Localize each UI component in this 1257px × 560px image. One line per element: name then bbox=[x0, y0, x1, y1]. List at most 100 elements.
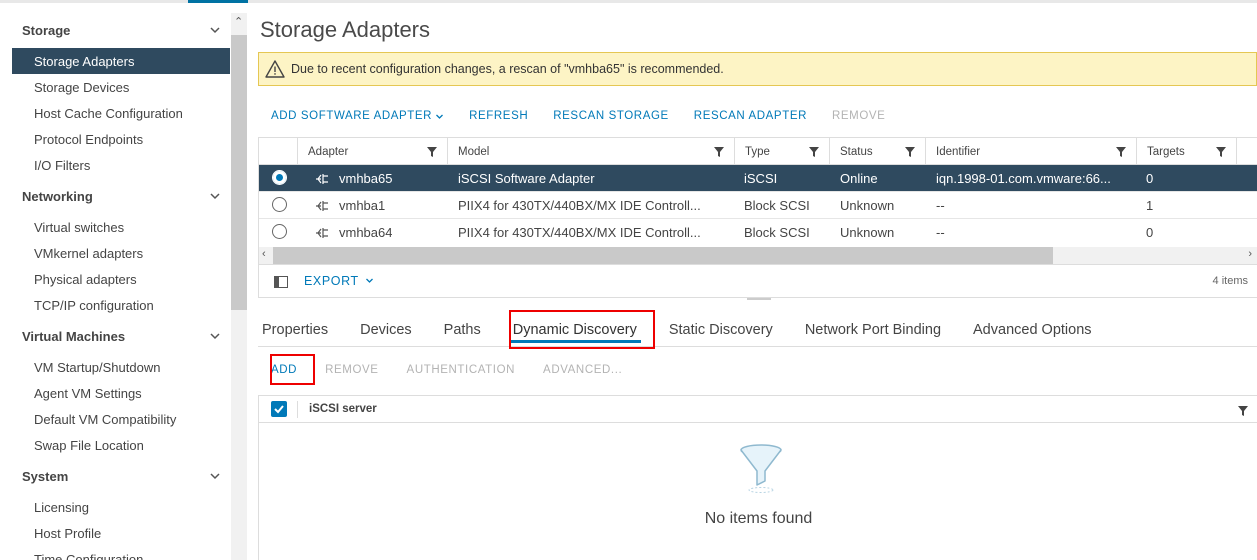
warning-alert: Due to recent configuration changes, a r… bbox=[258, 52, 1257, 86]
empty-filter-icon bbox=[740, 444, 782, 493]
cell-identifier: -- bbox=[936, 225, 945, 240]
filter-icon[interactable] bbox=[427, 147, 437, 157]
add-software-adapter-label: ADD SOFTWARE ADAPTER bbox=[271, 110, 433, 122]
rescan-storage-button[interactable]: RESCAN STORAGE bbox=[553, 107, 669, 125]
detail-tabs: Properties Devices Paths Dynamic Discove… bbox=[258, 313, 1257, 347]
section-title: Storage bbox=[22, 22, 71, 38]
filter-icon[interactable] bbox=[1238, 406, 1248, 416]
scroll-up-icon[interactable]: ⌃ bbox=[234, 15, 243, 28]
column-adapter[interactable]: Adapter bbox=[297, 138, 447, 165]
authentication-button[interactable]: AUTHENTICATION bbox=[407, 364, 516, 382]
sidebar-item-agent-vm-settings[interactable]: Agent VM Settings bbox=[12, 380, 230, 406]
chevron-down-icon bbox=[210, 473, 220, 480]
highlight-box-add bbox=[270, 354, 315, 385]
section-virtual-machines[interactable]: Virtual Machines bbox=[22, 324, 222, 348]
export-button[interactable]: EXPORT bbox=[304, 274, 374, 288]
column-model[interactable]: Model bbox=[447, 138, 734, 165]
column-label: Model bbox=[458, 145, 490, 158]
main-panel: Storage Adapters Due to recent configura… bbox=[258, 3, 1257, 560]
remove-button[interactable]: REMOVE bbox=[325, 364, 378, 382]
cell-status: Unknown bbox=[840, 198, 895, 213]
column-toggle-icon[interactable] bbox=[274, 276, 288, 288]
cell-targets: 1 bbox=[1146, 198, 1154, 213]
page-title: Storage Adapters bbox=[260, 17, 431, 42]
section-title: System bbox=[22, 468, 69, 484]
tab-devices[interactable]: Devices bbox=[356, 313, 416, 346]
iscsi-server-grid: iSCSI server No items found bbox=[258, 395, 1257, 560]
select-all-checkbox[interactable] bbox=[271, 401, 287, 417]
warning-icon bbox=[265, 60, 285, 78]
add-software-adapter-button[interactable]: ADD SOFTWARE ADAPTER bbox=[271, 107, 444, 125]
sidebar-item-tcpip-configuration[interactable]: TCP/IP configuration bbox=[12, 292, 230, 318]
advanced-button[interactable]: ADVANCED... bbox=[543, 364, 622, 382]
section-storage[interactable]: Storage bbox=[22, 18, 222, 42]
sidebar-item-time-configuration[interactable]: Time Configuration bbox=[12, 546, 230, 560]
section-title: Networking bbox=[22, 188, 93, 204]
scroll-right-icon[interactable]: › bbox=[1248, 248, 1252, 260]
sidebar-scrollbar[interactable]: ⌃ bbox=[231, 13, 247, 560]
sidebar-item-physical-adapters[interactable]: Physical adapters bbox=[12, 266, 230, 292]
filter-icon[interactable] bbox=[714, 147, 724, 157]
table-row-vmhba64[interactable]: vmhba64 PIIX4 for 430TX/440BX/MX IDE Con… bbox=[259, 219, 1257, 246]
grid-horizontal-scrollbar[interactable]: ‹ › bbox=[259, 247, 1257, 264]
tab-static-discovery[interactable]: Static Discovery bbox=[665, 313, 777, 346]
pane-splitter[interactable] bbox=[747, 298, 771, 300]
column-overflow bbox=[1236, 138, 1257, 165]
column-status[interactable]: Status bbox=[829, 138, 925, 165]
column-label: Targets bbox=[1147, 145, 1185, 158]
sidebar-item-virtual-switches[interactable]: Virtual switches bbox=[12, 214, 230, 240]
refresh-button[interactable]: REFRESH bbox=[469, 107, 528, 125]
column-targets[interactable]: Targets bbox=[1136, 138, 1236, 165]
tab-advanced-options[interactable]: Advanced Options bbox=[969, 313, 1096, 346]
tab-network-port-binding[interactable]: Network Port Binding bbox=[801, 313, 945, 346]
row-radio[interactable] bbox=[272, 170, 287, 185]
sidebar-item-protocol-endpoints[interactable]: Protocol Endpoints bbox=[12, 126, 230, 152]
cell-model: PIIX4 for 430TX/440BX/MX IDE Controll... bbox=[458, 198, 701, 213]
alert-text: Due to recent configuration changes, a r… bbox=[291, 62, 724, 76]
cell-targets: 0 bbox=[1146, 171, 1154, 186]
table-row-vmhba65[interactable]: vmhba65 iSCSI Software Adapter iSCSI Onl… bbox=[259, 165, 1257, 192]
cell-status: Unknown bbox=[840, 225, 895, 240]
rescan-adapter-button[interactable]: RESCAN ADAPTER bbox=[694, 107, 807, 125]
chevron-down-icon bbox=[365, 278, 373, 283]
sidebar-item-vm-startup[interactable]: VM Startup/Shutdown bbox=[12, 354, 230, 380]
cell-type: Block SCSI bbox=[744, 198, 810, 213]
row-radio[interactable] bbox=[272, 224, 287, 239]
tab-properties[interactable]: Properties bbox=[258, 313, 332, 346]
grid-header: Adapter Model Type Status Identifier Tar… bbox=[259, 138, 1257, 165]
cell-model: PIIX4 for 430TX/440BX/MX IDE Controll... bbox=[458, 225, 701, 240]
sidebar-item-licensing[interactable]: Licensing bbox=[12, 494, 230, 520]
section-system[interactable]: System bbox=[22, 464, 222, 488]
table-row-vmhba1[interactable]: vmhba1 PIIX4 for 430TX/440BX/MX IDE Cont… bbox=[259, 192, 1257, 219]
export-label: EXPORT bbox=[304, 274, 359, 288]
sidebar-item-default-vm-compat[interactable]: Default VM Compatibility bbox=[12, 406, 230, 432]
column-label: Adapter bbox=[308, 145, 349, 158]
remove-adapter-button[interactable]: REMOVE bbox=[832, 107, 885, 125]
filter-icon[interactable] bbox=[1116, 147, 1126, 157]
cell-adapter: vmhba64 bbox=[339, 225, 393, 240]
sidebar-item-vmkernel-adapters[interactable]: VMkernel adapters bbox=[12, 240, 230, 266]
section-networking[interactable]: Networking bbox=[22, 184, 222, 208]
sidebar-item-storage-devices[interactable]: Storage Devices bbox=[12, 74, 230, 100]
tab-paths[interactable]: Paths bbox=[440, 313, 485, 346]
adapters-grid: Adapter Model Type Status Identifier Tar… bbox=[258, 137, 1257, 298]
column-identifier[interactable]: Identifier bbox=[925, 138, 1136, 165]
row-radio[interactable] bbox=[272, 197, 287, 212]
filter-icon[interactable] bbox=[905, 147, 915, 157]
grid-scroll-thumb[interactable] bbox=[273, 247, 1053, 264]
scroll-left-icon[interactable]: ‹ bbox=[262, 248, 266, 260]
sidebar-scroll-thumb[interactable] bbox=[231, 35, 247, 310]
adapter-toolbar: ADD SOFTWARE ADAPTER REFRESH RESCAN STOR… bbox=[271, 107, 910, 125]
column-type[interactable]: Type bbox=[734, 138, 829, 165]
filter-icon[interactable] bbox=[809, 147, 819, 157]
sidebar-item-storage-adapters[interactable]: Storage Adapters bbox=[12, 48, 230, 74]
sidebar-item-host-cache[interactable]: Host Cache Configuration bbox=[12, 100, 230, 126]
cell-adapter: vmhba1 bbox=[339, 198, 386, 213]
sidebar-item-io-filters[interactable]: I/O Filters bbox=[12, 152, 230, 178]
column-iscsi-server[interactable]: iSCSI server bbox=[309, 403, 377, 415]
sidebar-item-swap-file[interactable]: Swap File Location bbox=[12, 432, 230, 458]
filter-icon[interactable] bbox=[1216, 147, 1226, 157]
check-icon bbox=[274, 405, 284, 414]
sidebar-item-host-profile[interactable]: Host Profile bbox=[12, 520, 230, 546]
section-title: Virtual Machines bbox=[22, 328, 126, 344]
